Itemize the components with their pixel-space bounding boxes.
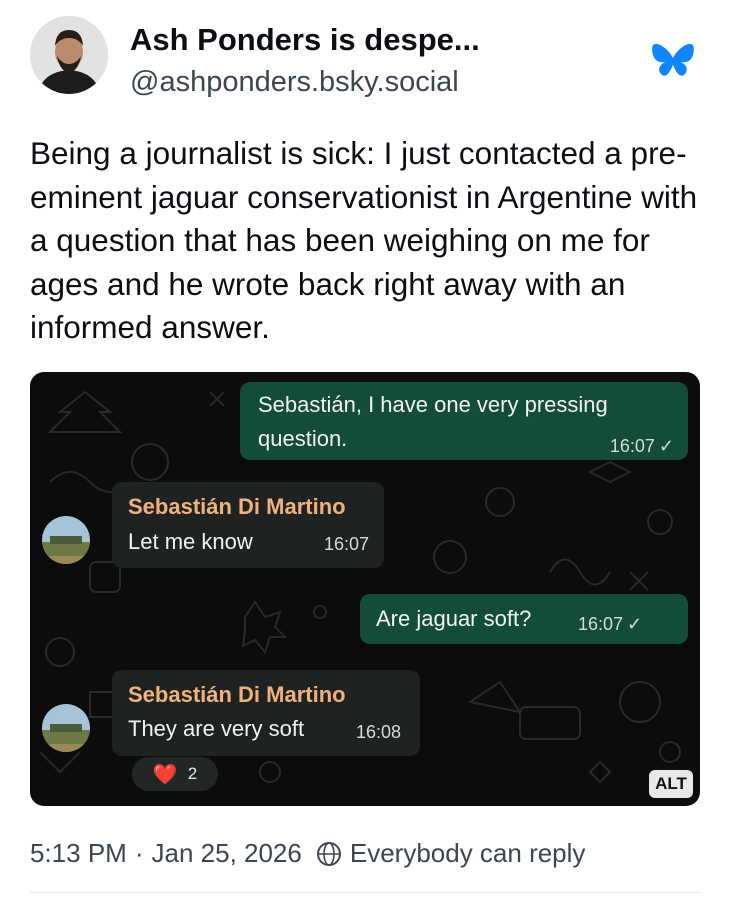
author-handle[interactable]: @ashponders.bsky.social (130, 66, 459, 99)
message-time: 16:07 (324, 534, 370, 554)
contact-avatar[interactable] (42, 704, 90, 752)
post-time: 5:13 PM (30, 838, 127, 868)
sender-name: Sebastián Di Martino (128, 494, 346, 519)
incoming-message-bubble[interactable]: Sebastián Di Martino Let me know 16:07 (112, 482, 384, 568)
reaction-count: 2 (187, 764, 198, 783)
sent-check-icon: ✓ (658, 436, 674, 456)
message-text: Sebastián, I have one very pressing (258, 392, 608, 417)
reply-setting[interactable]: Everybody can reply (350, 838, 586, 869)
heart-icon: ❤️ (152, 763, 178, 786)
outgoing-message-bubble[interactable]: Sebastián, I have one very pressing ques… (240, 382, 688, 460)
sent-check-icon: ✓ (627, 614, 643, 634)
post-meta: 5:13 PM · Jan 25, 2026 Everybody can rep… (30, 838, 585, 869)
sender-name: Sebastián Di Martino (128, 682, 346, 707)
post-image-chat-screenshot[interactable]: Sebastián, I have one very pressing ques… (30, 372, 700, 806)
message-time: 16:07 (578, 614, 624, 634)
alt-text-badge[interactable]: ALT (649, 770, 693, 798)
message-text: question. (258, 426, 348, 451)
divider (30, 892, 700, 893)
contact-avatar-image (42, 704, 90, 752)
meta-separator: · (134, 838, 144, 868)
author-display-name[interactable]: Ash Ponders is despe... (130, 22, 480, 58)
message-text: Let me know (128, 529, 253, 554)
avatar-image (30, 16, 108, 94)
butterfly-icon[interactable] (651, 42, 695, 80)
incoming-message-bubble[interactable]: Sebastián Di Martino They are very soft … (112, 670, 420, 756)
contact-avatar[interactable] (42, 516, 90, 564)
message-time: 16:08 (356, 722, 402, 742)
post-text: Being a journalist is sick: I just conta… (30, 135, 698, 345)
message-text: They are very soft (128, 716, 305, 741)
heart-reaction[interactable]: ❤️ 2 (132, 757, 218, 791)
message-text: Are jaguar soft? (376, 606, 532, 631)
author-avatar[interactable] (30, 16, 108, 94)
outgoing-message-bubble[interactable]: Are jaguar soft? 16:07 ✓ (360, 594, 688, 644)
globe-icon (316, 841, 341, 866)
contact-avatar-image (42, 516, 90, 564)
post-date: Jan 25, 2026 (151, 838, 302, 868)
message-time: 16:07 (609, 436, 655, 456)
